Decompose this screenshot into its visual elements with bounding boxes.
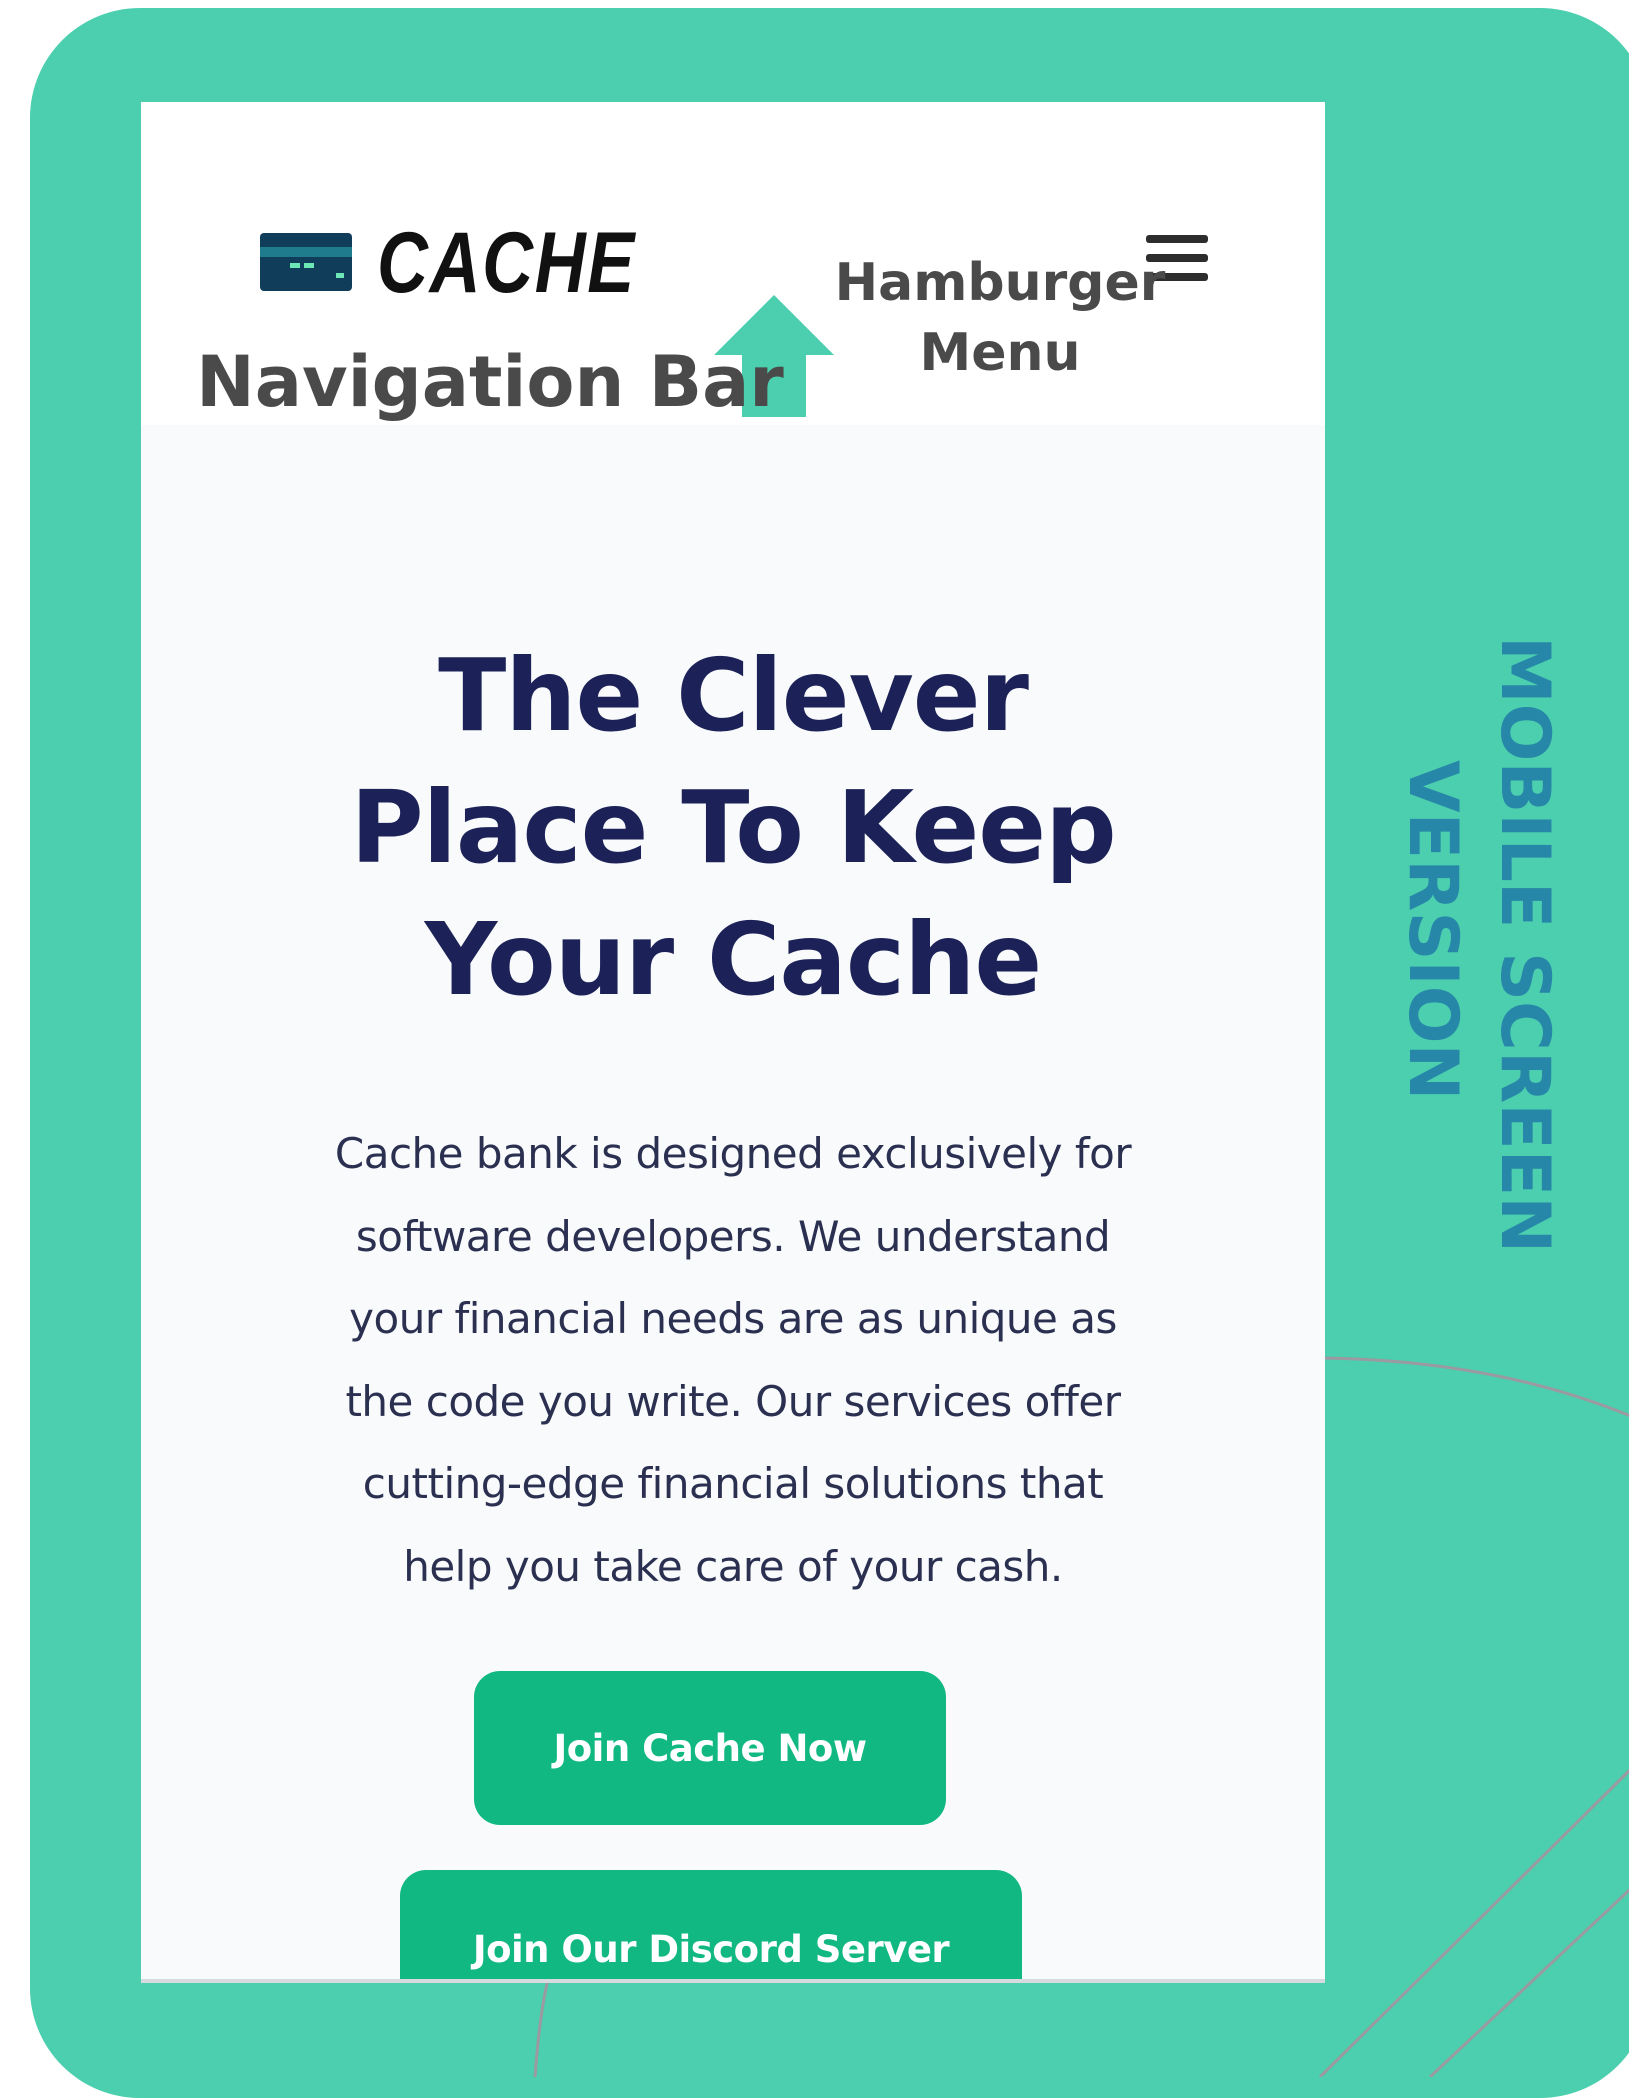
hamburger-annotation: Hamburger Menu [830, 248, 1170, 388]
hero-title: The Clever Place To Keep Your Cache [233, 630, 1233, 1026]
logo-text[interactable]: CACHE [377, 220, 636, 306]
hero-description: Cache bank is designed exclusively for s… [291, 1113, 1175, 1608]
hero-title-line: The Clever [438, 637, 1029, 754]
card-stripe [260, 247, 352, 257]
card-dash [336, 273, 344, 278]
credit-card-icon[interactable] [260, 233, 352, 291]
side-label-line1: MOBILE SCREEN [1485, 636, 1564, 1254]
hero-title-line: Place To Keep [350, 769, 1116, 886]
navigation-annotation: Navigation Bar [196, 341, 784, 423]
card-dash [290, 263, 300, 268]
join-discord-button[interactable]: Join Our Discord Server [400, 1870, 1022, 1979]
description-line: your financial needs are as unique as [349, 1294, 1117, 1343]
hero-title-line: Your Cache [424, 901, 1042, 1018]
side-label-line2: VERSION [1393, 760, 1472, 1101]
description-line: software developers. We understand [355, 1211, 1111, 1261]
description-line: help you take care of your cash. [403, 1541, 1063, 1591]
description-line: Cache bank is designed exclusively for [334, 1129, 1132, 1178]
annotation-line: Hamburger [834, 253, 1166, 313]
description-line: cutting-edge financial solutions that [362, 1459, 1104, 1508]
join-cache-button[interactable]: Join Cache Now [474, 1671, 946, 1825]
card-dash [304, 263, 314, 268]
annotation-line: Menu [919, 323, 1081, 383]
description-line: the code you write. Our services offer [345, 1376, 1121, 1426]
